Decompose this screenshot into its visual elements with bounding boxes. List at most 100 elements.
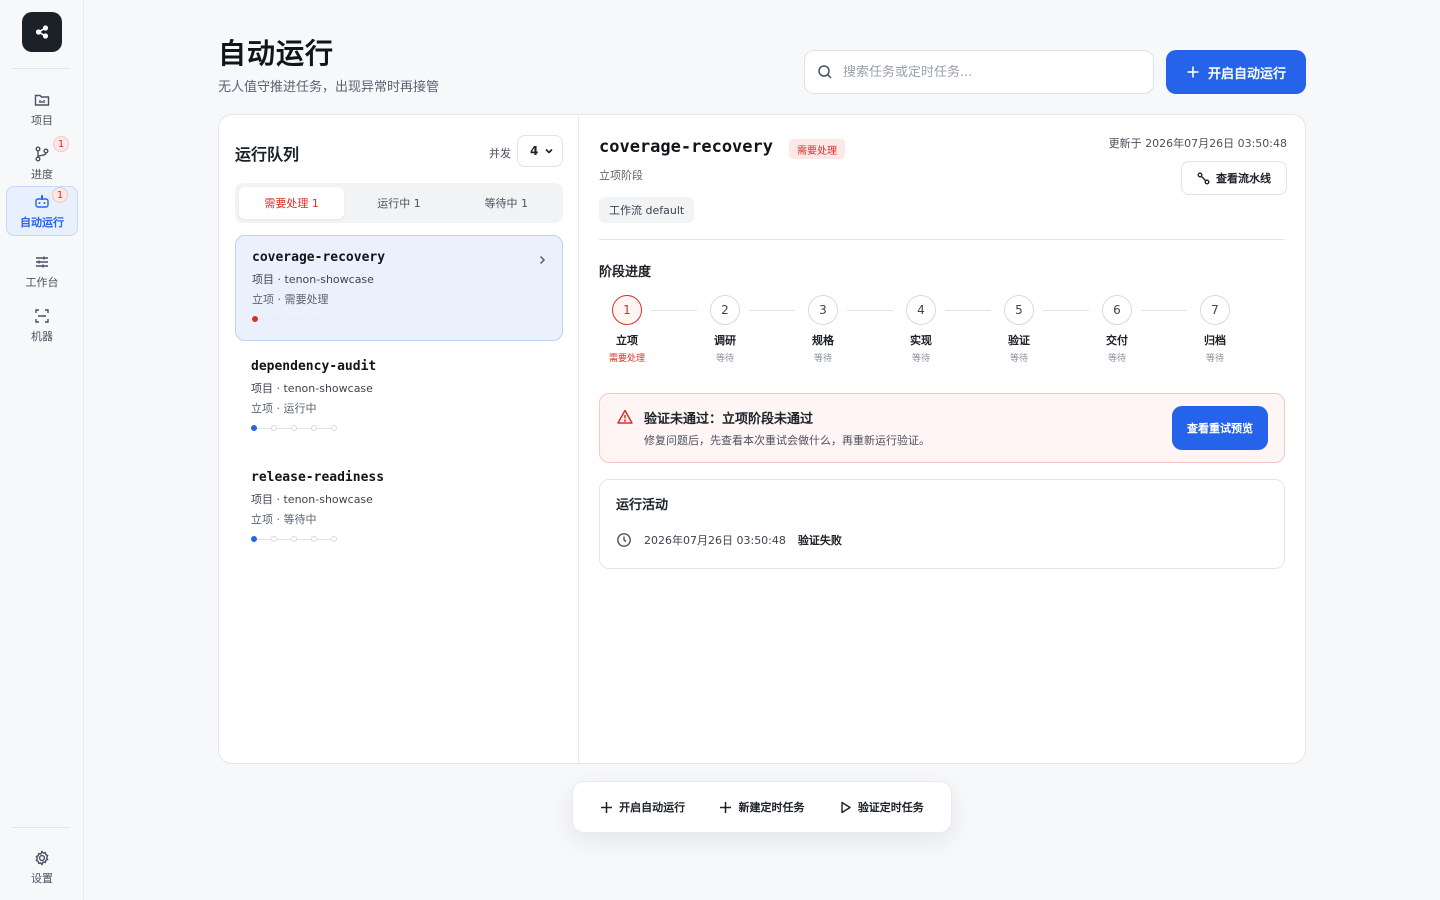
tab-waiting[interactable]: 等待中 1 — [454, 187, 559, 219]
run-state: 立项 · 需要处理 — [252, 293, 329, 306]
button-label: 开启自动运行 — [1207, 65, 1286, 81]
warning-icon — [617, 409, 633, 424]
sidebar: 项目 进度 1 自动运行 1 工作台 机器 设置 — [0, 0, 84, 900]
pipeline-icon — [1197, 172, 1210, 184]
search-box[interactable] — [804, 50, 1154, 94]
sliders-icon — [36, 256, 48, 267]
run-project: 项目 · tenon-showcase — [251, 382, 373, 395]
stage-number: 1 — [612, 295, 642, 325]
stage-name: 归档 — [1204, 334, 1226, 347]
sidebar-item-machines[interactable]: 机器 — [6, 300, 78, 350]
plus-icon — [1187, 66, 1199, 78]
action-label: 验证定时任务 — [857, 801, 924, 814]
run-progress-dots — [251, 424, 547, 432]
run-name: coverage-recovery — [252, 250, 386, 265]
progress-line — [277, 427, 291, 429]
start-autorun-action[interactable]: 开启自动运行 — [600, 799, 685, 815]
alert-title: 验证未通过：立项阶段未通过 — [644, 412, 814, 427]
progress-line — [277, 538, 291, 540]
progress-line — [317, 538, 331, 540]
run-state: 立项 · 运行中 — [251, 402, 317, 415]
tab-running[interactable]: 运行中 1 — [346, 187, 451, 219]
view-retry-preview-button[interactable]: 查看重试预览 — [1172, 406, 1268, 450]
chevron-right-icon — [539, 255, 546, 265]
progress-line — [258, 318, 272, 320]
folder-icon — [34, 94, 50, 106]
stage-step: 1 立项 需要处理 — [599, 295, 655, 364]
sidebar-divider — [12, 827, 70, 828]
search-icon — [818, 65, 832, 79]
progress-line — [298, 318, 312, 320]
sidebar-item-settings[interactable]: 设置 — [6, 842, 78, 892]
sidebar-item-workbench[interactable]: 工作台 — [6, 246, 78, 296]
play-icon — [841, 801, 851, 813]
run-progress-dots — [252, 315, 546, 323]
robot-icon — [35, 194, 49, 208]
stage-label: 立项阶段 — [599, 169, 643, 182]
stage-status: 等待 — [715, 354, 734, 364]
queue-title: 运行队列 — [235, 145, 300, 164]
stage-progress: 1 立项 需要处理 2 调研 等待 3 规格 等待 4 实现 等待 5 验证 等… — [599, 295, 1285, 365]
run-item[interactable]: release-readiness 项目 · tenon-showcase 立项… — [235, 456, 563, 562]
sidebar-item-label: 机器 — [31, 329, 53, 343]
status-badge: 需要处理 — [789, 139, 845, 159]
plus-icon — [720, 801, 732, 813]
stage-name: 实现 — [910, 334, 932, 347]
stage-connector — [847, 310, 893, 311]
sidebar-item-label: 设置 — [31, 871, 53, 885]
page-subtitle: 无人值守推进任务，出现异常时再接管 — [218, 80, 440, 95]
branch-icon — [35, 146, 49, 161]
workflow-chip: 工作流 default — [599, 197, 695, 223]
stage-step: 4 实现 等待 — [893, 295, 949, 364]
stage-number: 5 — [1004, 295, 1034, 325]
progress-line — [257, 538, 271, 540]
concurrency-select[interactable]: 4 — [517, 135, 563, 167]
scan-icon — [35, 308, 49, 323]
sidebar-item-autorun[interactable]: 自动运行 1 — [6, 186, 78, 236]
search-input[interactable] — [843, 64, 1133, 80]
stage-name: 交付 — [1106, 334, 1128, 347]
stage-status: 需要处理 — [608, 354, 645, 364]
sidebar-item-projects[interactable]: 项目 — [6, 84, 78, 134]
stage-number: 7 — [1200, 295, 1230, 325]
stage-name: 规格 — [812, 334, 834, 347]
stage-name: 立项 — [616, 334, 638, 347]
stage-number: 2 — [710, 295, 740, 325]
tab-needs-action[interactable]: 需要处理 1 — [239, 187, 345, 219]
stage-name: 验证 — [1008, 334, 1030, 347]
activity-title: 运行活动 — [616, 498, 669, 513]
sidebar-item-label: 自动运行 — [20, 215, 64, 229]
run-item[interactable]: coverage-recovery 项目 · tenon-showcase 立项… — [235, 235, 563, 341]
stage-connector — [749, 310, 795, 311]
view-pipeline-button[interactable]: 查看流水线 — [1181, 161, 1287, 195]
concurrency-label: 并发 — [489, 147, 511, 160]
action-label: 新建定时任务 — [738, 801, 805, 814]
stage-connector — [651, 310, 697, 311]
updated-timestamp: 更新于 2026年07月26日 03:50:48 — [1108, 137, 1287, 150]
progress-dot — [312, 316, 318, 322]
activity-time: 2026年07月26日 03:50:48 — [644, 534, 786, 547]
share-icon — [35, 25, 49, 39]
start-autorun-button[interactable]: 开启自动运行 — [1166, 50, 1306, 94]
run-detail: coverage-recovery 需要处理 更新于 2026年07月26日 0… — [579, 115, 1305, 763]
progress-line — [297, 427, 311, 429]
notification-badge: 1 — [52, 187, 68, 203]
sidebar-divider — [12, 68, 70, 69]
stage-status: 等待 — [1009, 354, 1028, 364]
floating-action-bar: 开启自动运行 新建定时任务 验证定时任务 — [572, 781, 952, 833]
sidebar-item-progress[interactable]: 进度 1 — [6, 136, 78, 188]
chevron-down-icon — [545, 148, 553, 154]
verify-schedule-action[interactable]: 验证定时任务 — [839, 799, 924, 815]
stage-connector — [1141, 310, 1187, 311]
activity-event: 验证失败 — [797, 534, 842, 547]
app-logo[interactable] — [22, 12, 62, 52]
run-project: 项目 · tenon-showcase — [251, 493, 373, 506]
sidebar-item-label: 进度 — [31, 167, 53, 181]
stage-step: 2 调研 等待 — [697, 295, 753, 364]
run-item[interactable]: dependency-audit 项目 · tenon-showcase 立项 … — [235, 345, 563, 451]
clock-icon — [617, 533, 631, 547]
notification-badge: 1 — [53, 136, 69, 152]
stage-step: 6 交付 等待 — [1089, 295, 1145, 364]
stage-step: 3 规格 等待 — [795, 295, 851, 364]
new-schedule-action[interactable]: 新建定时任务 — [719, 799, 804, 815]
